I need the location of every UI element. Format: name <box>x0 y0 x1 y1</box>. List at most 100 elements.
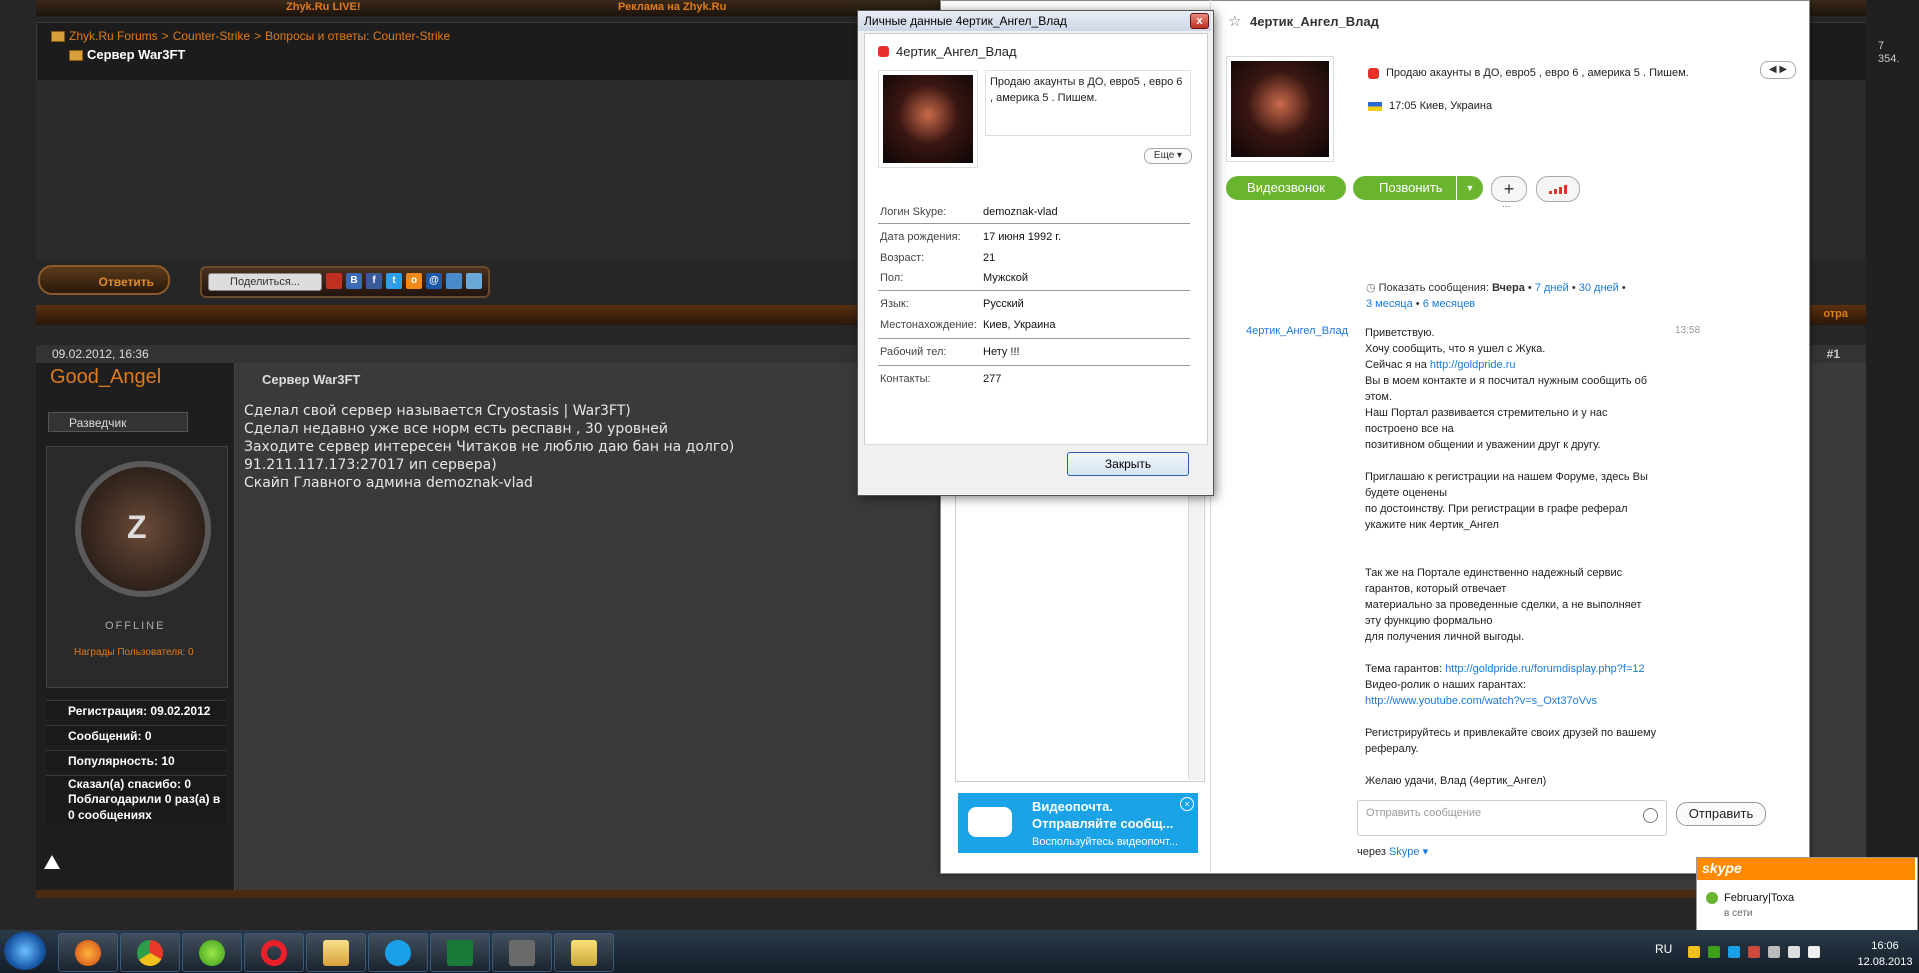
taskbar-chrome[interactable] <box>120 933 180 972</box>
contact-location: 17:05 Киев, Украина <box>1368 100 1492 112</box>
tray-icon[interactable] <box>1688 946 1700 958</box>
message-line <box>1365 453 1665 469</box>
clock-time: 16:06 <box>1871 940 1899 952</box>
bookmark-icon[interactable] <box>466 273 482 289</box>
message-input[interactable]: Отправить сообщение <box>1357 800 1667 836</box>
history-yesterday[interactable]: Вчера <box>1492 282 1525 294</box>
twitter-icon[interactable]: t <box>386 273 402 289</box>
photo-image <box>1231 61 1329 157</box>
taskbar-opera[interactable] <box>244 933 304 972</box>
dialog-contact-photo <box>878 70 978 168</box>
taskbar-excel[interactable] <box>430 933 490 972</box>
videomail-promo[interactable]: Видеопочта. Отправляйте сообщ... Восполь… <box>958 793 1198 853</box>
via-skype-dropdown[interactable]: Skype ▾ <box>1389 846 1428 858</box>
dialog-close-button[interactable]: Закрыть <box>1067 452 1189 476</box>
skype-contact-list[interactable] <box>955 480 1205 782</box>
close-icon[interactable]: x <box>1190 13 1209 29</box>
taskbar-skype[interactable] <box>368 933 428 972</box>
message-line <box>1365 533 1665 549</box>
message-sender[interactable]: 4ертик_Ангел_Влад <box>1246 325 1348 337</box>
icq-tray-icon[interactable] <box>1708 946 1720 958</box>
reply-button[interactable]: Ответить <box>38 265 170 295</box>
goldpride-link[interactable]: http://goldpride.ru <box>1430 359 1516 371</box>
more-button[interactable]: Еще ▾ <box>1144 148 1192 164</box>
link-icon[interactable] <box>446 273 462 289</box>
taskbar-folder[interactable] <box>554 933 614 972</box>
send-button[interactable]: Отправить <box>1676 802 1766 826</box>
right-edge-strip: 7 354. <box>1866 0 1919 930</box>
top-link-ads[interactable]: Реклама на Zhyk.Ru <box>618 1 726 13</box>
forum-bottom-bar <box>36 890 1866 898</box>
more-dots[interactable]: ... <box>1502 199 1510 210</box>
chevron-down-icon[interactable]: ▼ <box>1456 176 1483 200</box>
call-quality-button[interactable] <box>1536 176 1580 202</box>
message-line: Приглашаю к регистрации на нашем Форуме,… <box>1365 471 1648 483</box>
videomail-icon <box>968 807 1012 837</box>
profile-nav-arrows[interactable]: ◀ ▶ <box>1760 61 1796 79</box>
clock[interactable]: 16:06 12.08.2013 <box>1856 938 1914 970</box>
field-label-birthday: Дата рождения: <box>880 231 961 243</box>
message-line: гарантов, который отвечает <box>1365 583 1507 595</box>
action-center-icon[interactable] <box>1768 946 1780 958</box>
message-line: Сейчас я на http://goldpride.ru <box>1365 357 1665 373</box>
taskbar-firefox[interactable] <box>58 933 118 972</box>
taskbar-explorer[interactable] <box>306 933 366 972</box>
view-link[interactable]: отра <box>1823 308 1848 320</box>
contact-list-scrollbar[interactable] <box>1188 480 1203 780</box>
via-label: через <box>1357 846 1386 858</box>
message-line: для получения личной выгоды. <box>1365 631 1525 643</box>
online-status-icon <box>1706 892 1718 904</box>
history-7-days[interactable]: 7 дней <box>1535 282 1569 294</box>
field-label-language: Язык: <box>880 298 909 310</box>
message-line <box>1365 645 1665 661</box>
taskbar-world-of-tanks[interactable] <box>492 933 552 972</box>
report-icon[interactable] <box>44 855 60 869</box>
vk-icon[interactable]: B <box>346 273 362 289</box>
close-icon[interactable]: × <box>1180 797 1194 811</box>
taskbar-icq[interactable] <box>182 933 242 972</box>
video-call-button[interactable]: Видеозвонок <box>1226 176 1346 200</box>
favorite-star-icon[interactable]: ☆ <box>1228 12 1241 30</box>
mail-icon[interactable]: @ <box>426 273 442 289</box>
share-button[interactable]: Поделиться... <box>208 273 322 291</box>
field-divider <box>878 338 1190 339</box>
post-line: Сделал свой сервер называется Cryostasis… <box>244 403 631 419</box>
contact-header-name: 4ертик_Ангел_Влад <box>1250 14 1379 29</box>
guarants-link[interactable]: http://goldpride.ru/forumdisplay.php?f=1… <box>1445 663 1644 675</box>
folder-icon <box>323 940 349 966</box>
contact-photo[interactable] <box>1226 56 1334 162</box>
history-30-days[interactable]: 30 дней <box>1579 282 1619 294</box>
history-filter: ◷ Показать сообщения: Вчера • 7 дней • 3… <box>1366 282 1626 310</box>
skype-icon <box>385 940 411 966</box>
opera-icon <box>261 940 287 966</box>
youtube-link[interactable]: http://www.youtube.com/watch?v=s_Oxt37oV… <box>1365 693 1665 709</box>
odnoklassniki-icon[interactable]: o <box>406 273 422 289</box>
post-username[interactable]: Good_Angel <box>50 366 161 389</box>
top-link-live[interactable]: Zhyk.Ru LIVE! <box>286 1 361 13</box>
history-3-months[interactable]: 3 месяца <box>1366 298 1413 310</box>
field-divider <box>878 223 1190 224</box>
breadcrumb-forums[interactable]: Zhyk.Ru Forums <box>69 29 158 43</box>
share-icon-1[interactable] <box>326 273 342 289</box>
language-indicator[interactable]: RU <box>1655 942 1672 956</box>
message-line: эту функцию формально <box>1365 615 1493 627</box>
volume-icon[interactable] <box>1808 946 1820 958</box>
tray-icon[interactable] <box>1748 946 1760 958</box>
skype-tray-icon[interactable] <box>1728 946 1740 958</box>
avatar-letter: Z <box>127 509 147 545</box>
notification-contact-status: в сети <box>1724 908 1753 919</box>
emoticon-icon[interactable] <box>1643 808 1658 823</box>
via-selector: через Skype ▾ <box>1357 845 1428 858</box>
field-divider <box>878 290 1190 291</box>
breadcrumb-qa[interactable]: Вопросы и ответы: Counter-Strike <box>265 29 450 43</box>
dialog-title: Личные данные 4ертик_Ангел_Влад <box>864 14 1067 28</box>
dialog-mood-text: Продаю акаунты в ДО, евро5 , евро 6 , ам… <box>985 70 1191 136</box>
breadcrumb-cs[interactable]: Counter-Strike <box>173 29 250 43</box>
stat-thanks-received: Поблагодарили 0 раз(а) в <box>46 791 226 807</box>
start-button[interactable] <box>4 932 46 970</box>
post-number[interactable]: #1 <box>1827 347 1840 361</box>
breadcrumb: Zhyk.Ru Forums > Counter-Strike > Вопросы и … <box>51 29 450 43</box>
network-icon[interactable] <box>1788 946 1800 958</box>
history-6-months[interactable]: 6 месяцев <box>1423 298 1475 310</box>
facebook-icon[interactable]: f <box>366 273 382 289</box>
